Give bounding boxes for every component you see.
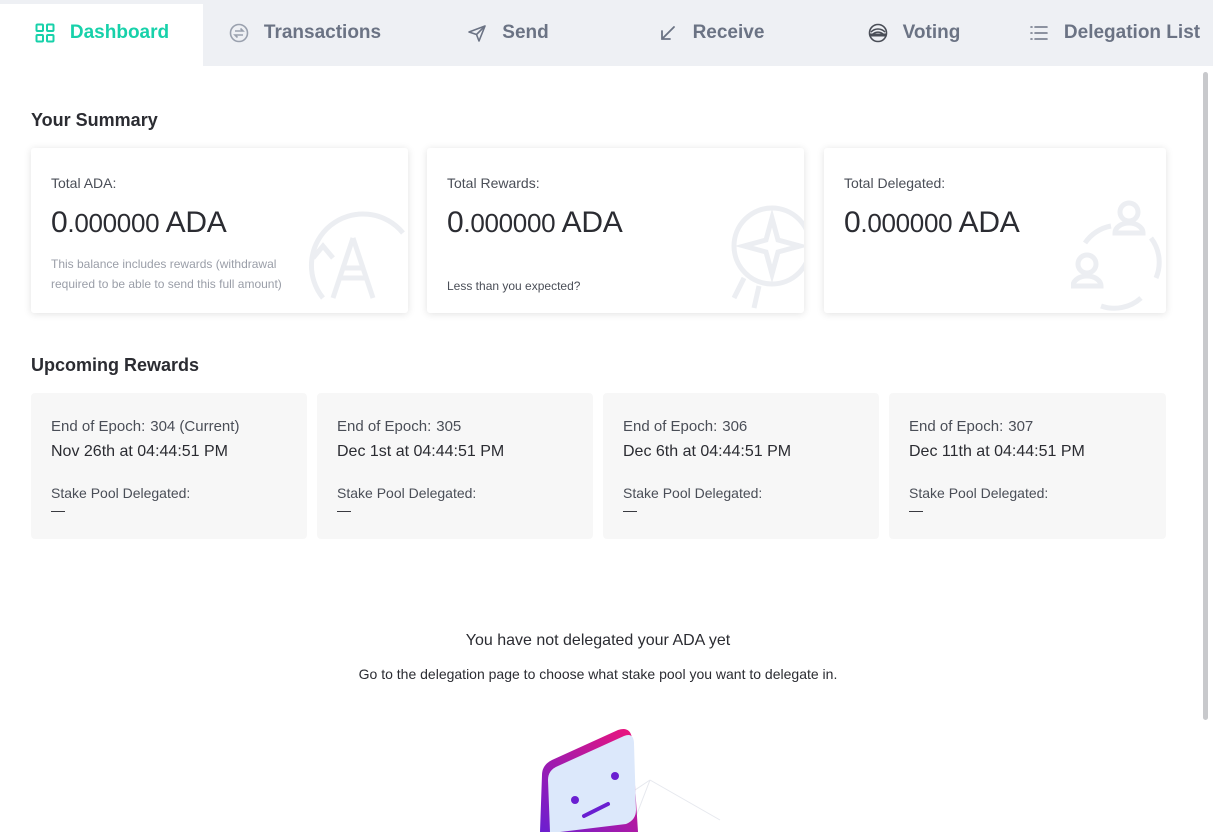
tab-label: Receive [692,22,765,43]
total-ada-note: This balance includes rewards (withdrawa… [51,257,282,291]
tab-label: Transactions [263,22,382,43]
tab-bar: Dashboard Transactions Send Receive Voti… [0,0,1213,66]
tab-label: Dashboard [69,22,170,43]
tab-transactions[interactable]: Transactions [203,0,406,66]
stake-pool-label: Stake Pool Delegated: [909,485,1049,501]
transactions-icon [228,22,250,44]
tab-label: Delegation List [1063,22,1201,43]
epoch-card: End of Epoch: 306 Dec 6th at 04:44:51 PM … [603,393,879,539]
total-rewards-card: Total Rewards: 0.000000 ADA Less than yo… [427,148,804,313]
tab-label: Voting [902,22,961,43]
epoch-label: End of Epoch: 304 (Current) [51,418,240,435]
tab-send[interactable]: Send [406,0,609,66]
epoch-label: End of Epoch: 307 [909,418,1034,435]
upcoming-rewards-title: Upcoming Rewards [31,355,200,375]
stake-pool-label: Stake Pool Delegated: [51,485,191,501]
robot-face-illustration [540,729,721,832]
epoch-label: End of Epoch: 305 [337,418,462,435]
scrollbar[interactable] [1203,72,1208,720]
total-ada-label: Total ADA: [51,175,117,191]
total-rewards-label: Total Rewards: [447,175,540,191]
total-rewards-amount: 0.000000 ADA [447,206,623,239]
rewards-compass-icon [731,205,804,309]
summary-title: Your Summary [31,110,158,130]
dashboard-icon [34,22,56,44]
epoch-date: Dec 6th at 04:44:51 PM [623,443,792,460]
tab-dashboard[interactable]: Dashboard [0,0,203,66]
epoch-date: Dec 11th at 04:44:51 PM [909,443,1085,460]
stake-pool-label: Stake Pool Delegated: [623,485,763,501]
empty-state-title: You have not delegated your ADA yet [465,632,731,649]
epoch-card: End of Epoch: 304 (Current) Nov 26th at 0… [31,393,307,539]
total-delegated-card: Total Delegated: 0.000000 ADA [824,148,1166,313]
ada-refresh-icon [308,211,405,300]
stake-pool-label: Stake Pool Delegated: [337,485,477,501]
send-icon [466,22,488,44]
receive-icon [657,22,679,44]
epoch-label: End of Epoch: 306 [623,418,748,435]
delegation-users-icon [1071,200,1162,311]
tab-label: Send [502,22,549,43]
epoch-card: End of Epoch: 305 Dec 1st at 04:44:51 PM … [317,393,593,539]
less-than-expected-link[interactable]: Less than you expected? [447,279,580,293]
epoch-date: Dec 1st at 04:44:51 PM [337,443,505,460]
list-icon [1028,22,1050,44]
total-delegated-amount: 0.000000 ADA [844,206,1020,239]
tab-delegation-list[interactable]: Delegation List [1015,0,1213,66]
epoch-card: End of Epoch: 307 Dec 11th at 04:44:51 PM… [889,393,1166,539]
epoch-date: Nov 26th at 04:44:51 PM [51,443,228,460]
total-delegated-label: Total Delegated: [844,175,946,191]
app-window: Dashboard Transactions Send Receive Voti… [0,0,1213,832]
empty-state-subtitle: Go to the delegation page to choose what… [358,666,838,682]
total-ada-amount: 0.000000 ADA [51,206,227,239]
stake-pool-value: — [623,502,637,518]
stake-pool-value: — [337,502,351,518]
stake-pool-value: — [909,502,923,518]
stake-pool-value: — [51,502,65,518]
tab-receive[interactable]: Receive [609,0,812,66]
tab-voting[interactable]: Voting [812,0,1015,66]
total-ada-card: Total ADA: 0.000000 ADA This balance inc… [31,148,408,313]
voting-icon [867,22,889,44]
